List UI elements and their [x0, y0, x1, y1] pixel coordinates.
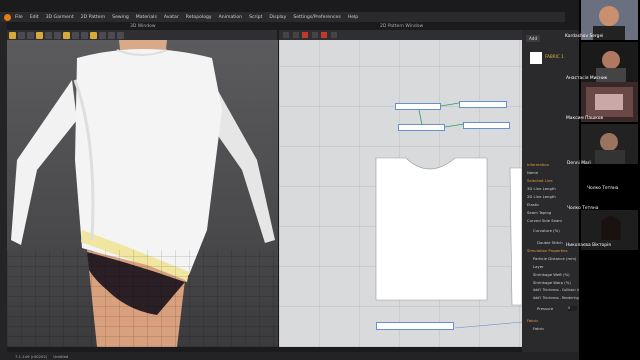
segment-sewing-icon[interactable]: [321, 32, 328, 38]
pin-icon[interactable]: [36, 31, 43, 39]
graphic-icon[interactable]: [90, 31, 97, 39]
prop-row: Seam Taping: [527, 210, 552, 215]
simulate-icon[interactable]: [9, 31, 16, 39]
add-button[interactable]: Add: [526, 35, 541, 42]
participant-name: Denni Mari: [567, 161, 591, 166]
prop-row: Pressure: [537, 306, 554, 311]
prop-row: Elastic: [527, 202, 540, 207]
participant-name: Анастасія Мисник: [566, 76, 608, 81]
prop-row: Add'l Thickness - Collision (mm): [533, 288, 586, 292]
measure-icon[interactable]: [72, 31, 79, 39]
menu-2d-pattern[interactable]: 2D Pattern: [81, 15, 105, 20]
prop-row: Layer: [533, 264, 544, 269]
select-icon[interactable]: [18, 31, 25, 39]
prop-row: Shrinkage Weft (%): [533, 272, 570, 277]
prop-row: 2D Line Length: [527, 194, 556, 199]
participant-video: [595, 133, 625, 164]
participant-name: Максим Пашков: [566, 116, 604, 121]
avatar-garment-render: [11, 40, 275, 347]
prop-section[interactable]: Information: [527, 162, 549, 167]
prop-row: Name: [527, 170, 539, 175]
transform-icon[interactable]: [283, 32, 289, 38]
polygon-icon[interactable]: [302, 32, 309, 38]
pattern-strip-hem[interactable]: [376, 322, 454, 330]
status-bar: 7.1.149 (r40202) Untitled: [0, 352, 579, 360]
file-name: Untitled: [53, 353, 69, 359]
app-logo-icon: [4, 13, 11, 21]
participant-tile[interactable]: [581, 124, 638, 164]
move-icon[interactable]: [27, 31, 34, 39]
prop-row: Double Stitch: [537, 240, 563, 245]
participant-name: Kardashov Sergei: [565, 34, 604, 39]
fabric-thumbnail[interactable]: [530, 52, 542, 64]
avatar-icon[interactable]: [63, 31, 70, 39]
menu-sewing[interactable]: Sewing: [112, 15, 129, 20]
menu-3d-garment[interactable]: 3D Garment: [46, 15, 74, 20]
free-sewing-icon[interactable]: [330, 32, 337, 38]
prop-section[interactable]: Simulation Properties: [527, 248, 568, 253]
toolbar-2d: [279, 30, 522, 40]
fabric-name: FABRIC 1: [545, 54, 564, 59]
prop-section[interactable]: Fabric: [527, 318, 538, 323]
tack-icon[interactable]: [54, 31, 61, 39]
prop-section[interactable]: Selected Line: [527, 178, 553, 183]
menu-avatar[interactable]: Avatar: [164, 15, 179, 20]
menu-bar: File Edit 3D Garment 2D Pattern Sewing M…: [0, 12, 565, 22]
menu-help[interactable]: Help: [348, 15, 358, 20]
prop-value[interactable]: 0: [568, 306, 577, 311]
prop-row: Fabric: [533, 326, 545, 331]
zipper-icon[interactable]: [108, 31, 115, 39]
menu-retopology[interactable]: Retopology: [186, 15, 212, 20]
texture-icon[interactable]: [81, 31, 88, 39]
menu-script[interactable]: Script: [249, 15, 262, 20]
edit-point-icon[interactable]: [292, 32, 299, 38]
3d-viewport[interactable]: [7, 40, 278, 347]
rectangle-icon[interactable]: [311, 32, 318, 38]
prop-row: Particle Distance (mm): [533, 256, 577, 261]
pattern-title: 2D Pattern Window: [380, 24, 424, 29]
prop-row: Shrinkage Warp (%): [533, 280, 571, 285]
menu-file[interactable]: File: [15, 15, 23, 20]
prop-row: 3D Line Length: [527, 186, 556, 191]
participant-name: Чолко Тетяна: [587, 186, 619, 191]
sewing-lines: [375, 102, 522, 329]
participant-name: Николаєва Вікторія: [566, 243, 611, 248]
library-sidebar[interactable]: [0, 22, 7, 352]
prop-row: Curvature (%): [533, 228, 560, 233]
menu-settings[interactable]: Settings/Preferences: [293, 15, 340, 20]
prop-row: Curved Side Seam: [527, 218, 563, 223]
topstitch-icon[interactable]: [117, 31, 124, 39]
button-tool-icon[interactable]: [99, 31, 106, 39]
toolbar-3d: [7, 30, 277, 40]
view3d-title: 3D Window: [130, 24, 156, 29]
menu-animation[interactable]: Animation: [219, 15, 242, 20]
menu-display[interactable]: Display: [269, 15, 286, 20]
version-label: 7.1.149 (r40202): [15, 353, 48, 359]
fold-icon[interactable]: [45, 31, 52, 39]
menu-materials[interactable]: Materials: [136, 15, 157, 20]
menu-edit[interactable]: Edit: [30, 15, 39, 20]
